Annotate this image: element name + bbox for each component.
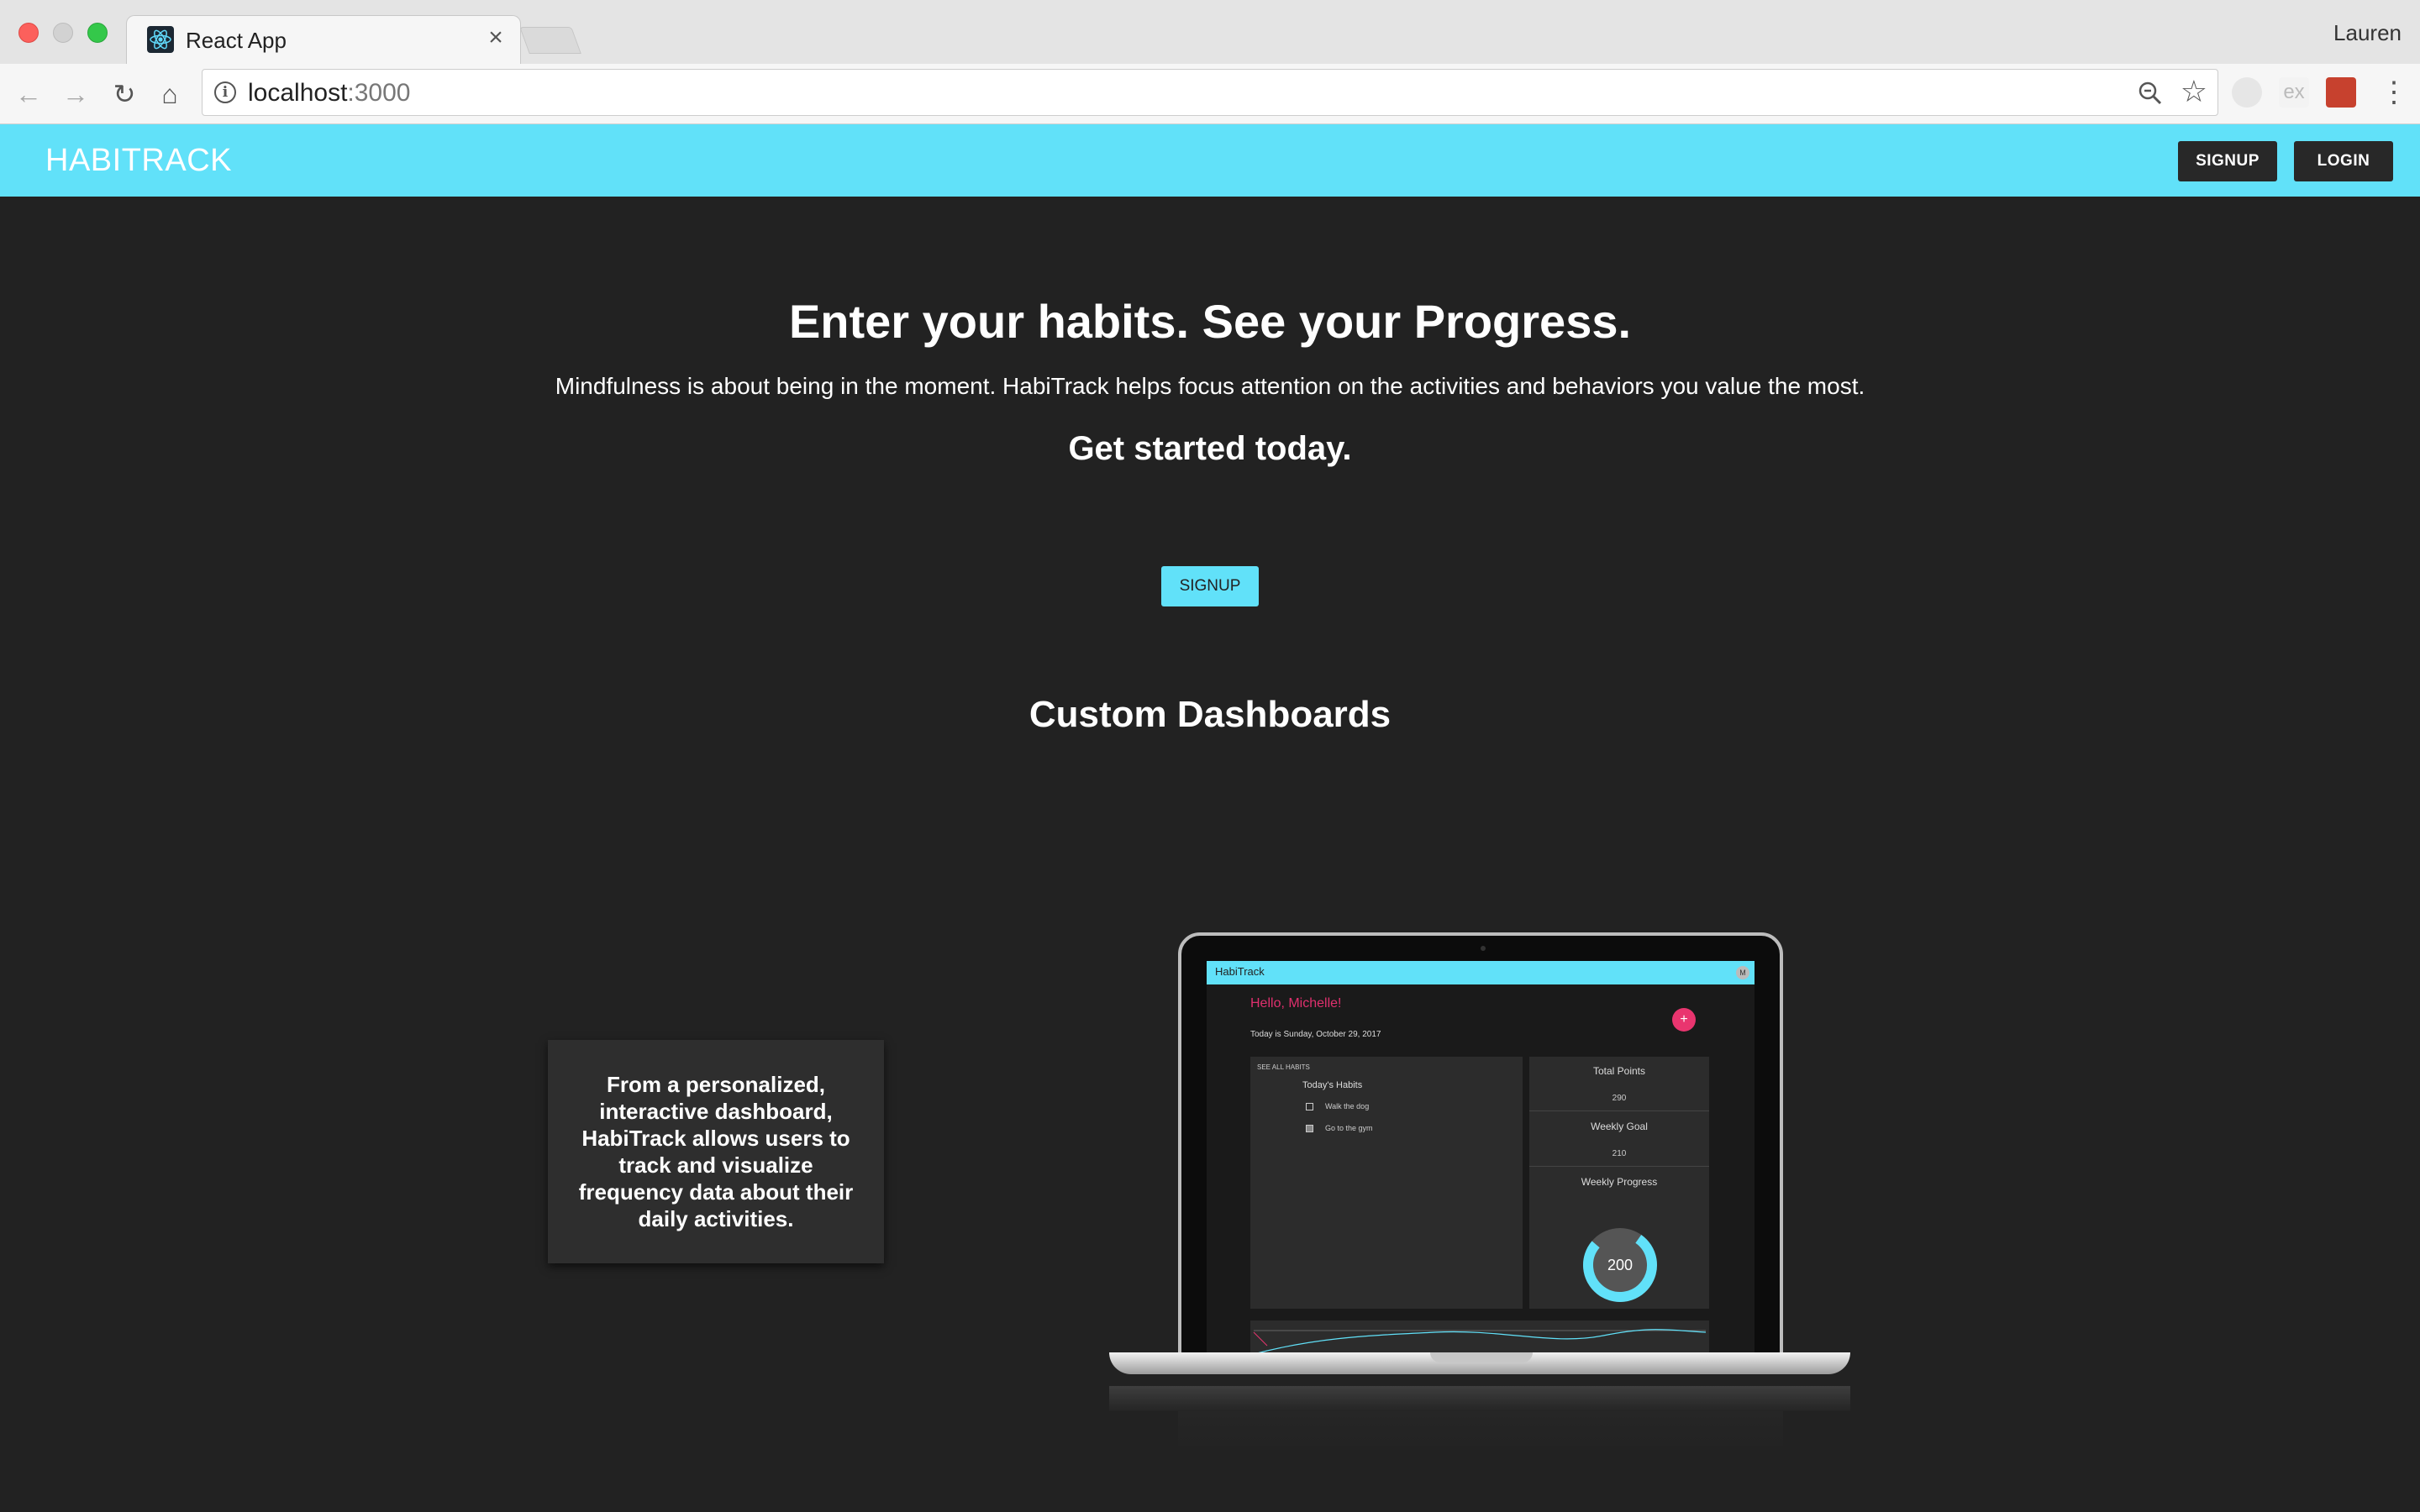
hero-signup-button[interactable]: SIGNUP	[1161, 566, 1259, 606]
laptop-reflection	[1178, 1411, 1783, 1453]
reload-icon[interactable]: ↻	[109, 79, 139, 109]
laptop-screen: HabiTrack M Hello, Michelle! Today is Su…	[1207, 961, 1754, 1362]
brand-logo[interactable]: HABITRACK	[45, 143, 232, 179]
mockup-weekly-goal: 210	[1612, 1149, 1627, 1158]
url-port: :3000	[347, 79, 411, 107]
header-signup-button[interactable]: SIGNUP	[2178, 141, 2277, 181]
mockup-stats-panel: Total Points 290 Weekly Goal 210 Weekly …	[1529, 1057, 1709, 1309]
section-title: Custom Dashboards	[1028, 694, 1392, 735]
mockup-total-points: 290	[1612, 1094, 1627, 1103]
window-close-button[interactable]	[18, 23, 39, 43]
hero-cta-text: Get started today.	[1068, 430, 1352, 467]
url-host: localhost	[248, 79, 348, 107]
forward-arrow-icon[interactable]: →	[60, 79, 91, 109]
extension-icon[interactable]	[2326, 77, 2356, 108]
mockup-habit-item: Walk the dog	[1306, 1102, 1370, 1111]
camera-icon	[1481, 946, 1486, 951]
window-minimize-button[interactable]	[53, 23, 73, 43]
laptop-mockup-image: HabiTrack M Hello, Michelle! Today is Su…	[1109, 932, 1850, 1453]
mockup-avatar: M	[1736, 966, 1749, 979]
feature-text: From a personalized, interactive dashboa…	[578, 1072, 854, 1231]
mockup-weekly-progress-value: 200	[1607, 1257, 1633, 1273]
mockup-add-button: +	[1672, 1008, 1696, 1032]
mockup-see-all: SEE ALL HABITS	[1257, 1063, 1310, 1071]
tab-title: React App	[186, 28, 287, 53]
divider	[1529, 1166, 1709, 1167]
app-header: HABITRACK SIGNUP LOGIN	[0, 124, 2420, 197]
browser-tab[interactable]: React App ×	[126, 15, 521, 64]
browser-toolbar: ← → ↻ ⌂ i localhost:3000 ☆ ex ⋮	[0, 64, 2420, 124]
feature-card: From a personalized, interactive dashboa…	[548, 1040, 884, 1263]
laptop-reflection	[1109, 1386, 1850, 1411]
title-bar: React App × Lauren	[0, 0, 2420, 64]
extension-ex-icon[interactable]: ex	[2279, 77, 2309, 108]
mockup-habits-panel: SEE ALL HABITS Today's Habits Walk the d…	[1250, 1057, 1523, 1309]
new-tab-button[interactable]	[519, 27, 581, 54]
mockup-weekly-goal-label: Weekly Goal	[1591, 1121, 1648, 1132]
menu-dots-icon[interactable]: ⋮	[2380, 77, 2408, 111]
header-login-button[interactable]: LOGIN	[2294, 141, 2393, 181]
checkbox-checked-icon	[1306, 1125, 1313, 1133]
mockup-header: HabiTrack M	[1207, 961, 1754, 984]
browser-chrome: React App × Lauren ← → ↻ ⌂ i localhost:3…	[0, 0, 2420, 124]
laptop-lid: HabiTrack M Hello, Michelle! Today is Su…	[1178, 932, 1783, 1362]
profile-name[interactable]: Lauren	[2333, 20, 2402, 46]
divider	[1529, 1110, 1709, 1111]
zoom-icon[interactable]	[2137, 80, 2164, 107]
react-favicon-icon	[147, 26, 174, 53]
mockup-habit-label: Walk the dog	[1325, 1102, 1370, 1110]
extension-icon[interactable]	[2232, 77, 2262, 108]
back-arrow-icon[interactable]: ←	[13, 79, 44, 109]
url-text[interactable]: localhost:3000	[248, 79, 410, 108]
laptop-notch	[1430, 1352, 1533, 1362]
mockup-habit-label: Go to the gym	[1325, 1124, 1373, 1132]
mockup-total-points-label: Total Points	[1592, 1065, 1646, 1077]
mockup-habit-item: Go to the gym	[1306, 1124, 1373, 1133]
bookmark-star-icon[interactable]: ☆	[2181, 75, 2207, 108]
home-icon[interactable]: ⌂	[155, 79, 185, 109]
window-maximize-button[interactable]	[87, 23, 108, 43]
address-bar[interactable]: i localhost:3000 ☆	[202, 69, 2218, 116]
mockup-habits-title: Today's Habits	[1302, 1080, 1363, 1090]
checkbox-icon	[1306, 1103, 1313, 1111]
mockup-brand: HabiTrack	[1215, 965, 1265, 978]
mockup-weekly-progress-label: Weekly Progress	[1581, 1176, 1658, 1188]
mockup-progress-gauge: 200	[1583, 1228, 1657, 1302]
mockup-greeting: Hello, Michelle!	[1250, 996, 1342, 1011]
info-icon[interactable]: i	[214, 81, 236, 103]
mockup-date: Today is Sunday, October 29, 2017	[1250, 1030, 1381, 1039]
tab-close-icon[interactable]: ×	[483, 25, 508, 50]
hero-title: Enter your habits. See your Progress.	[788, 295, 1632, 348]
hero-subtitle: Mindfulness is about being in the moment…	[555, 373, 1865, 399]
